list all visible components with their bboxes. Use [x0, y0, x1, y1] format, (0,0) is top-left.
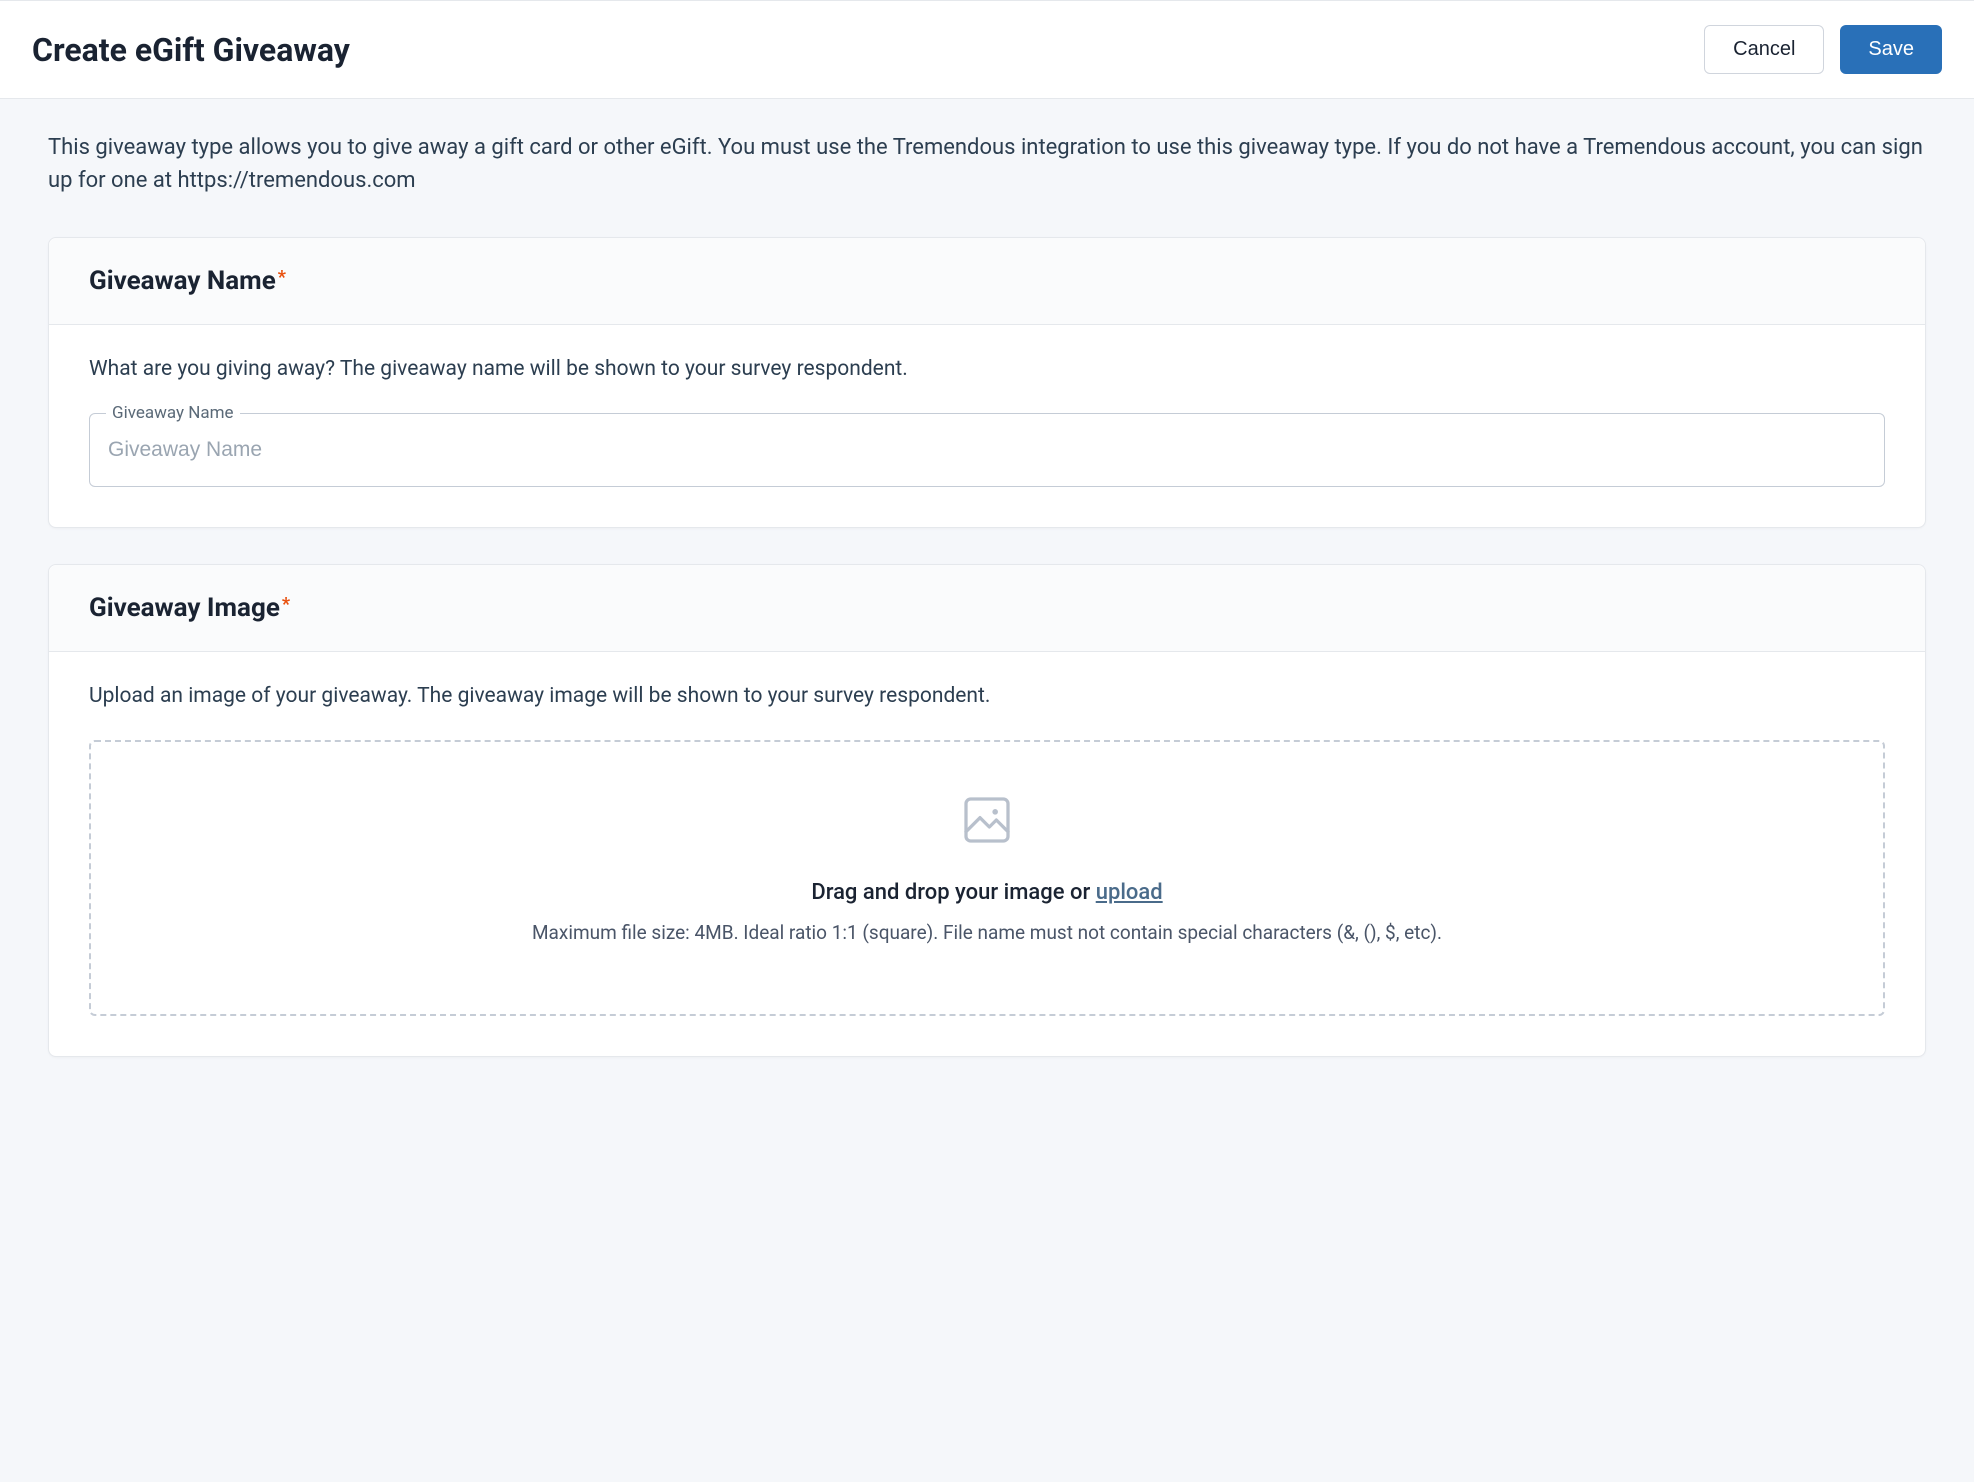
giveaway-name-card: Giveaway Name* What are you giving away?…	[48, 237, 1926, 528]
card-body: What are you giving away? The giveaway n…	[49, 325, 1925, 527]
save-button[interactable]: Save	[1840, 25, 1942, 74]
giveaway-image-title: Giveaway Image	[89, 593, 280, 623]
required-asterisk: *	[282, 594, 290, 615]
giveaway-name-description: What are you giving away? The giveaway n…	[89, 357, 1885, 381]
image-dropzone[interactable]: Drag and drop your image or upload Maxim…	[89, 740, 1885, 1016]
card-body: Upload an image of your giveaway. The gi…	[49, 652, 1925, 1056]
header-buttons: Cancel Save	[1704, 25, 1942, 74]
giveaway-name-input[interactable]	[90, 414, 1884, 486]
giveaway-name-title: Giveaway Name	[89, 266, 276, 296]
giveaway-name-input-label: Giveaway Name	[106, 403, 240, 423]
card-header: Giveaway Name*	[49, 238, 1925, 325]
page-description: This giveaway type allows you to give aw…	[48, 131, 1926, 197]
cancel-button[interactable]: Cancel	[1704, 25, 1824, 74]
card-header: Giveaway Image*	[49, 565, 1925, 652]
dropzone-prefix: Drag and drop your image or	[811, 880, 1095, 905]
page-header: Create eGift Giveaway Cancel Save	[0, 0, 1974, 99]
upload-link[interactable]: upload	[1096, 880, 1163, 905]
required-asterisk: *	[278, 267, 286, 288]
giveaway-name-input-wrapper: Giveaway Name	[89, 413, 1885, 487]
dropzone-hint: Maximum file size: 4MB. Ideal ratio 1:1 …	[111, 921, 1863, 944]
giveaway-image-description: Upload an image of your giveaway. The gi…	[89, 684, 1885, 708]
image-placeholder-icon	[959, 792, 1015, 852]
dropzone-text: Drag and drop your image or upload	[111, 880, 1863, 905]
content-area: This giveaway type allows you to give aw…	[0, 99, 1974, 1125]
page-title: Create eGift Giveaway	[32, 31, 350, 69]
giveaway-image-card: Giveaway Image* Upload an image of your …	[48, 564, 1926, 1057]
